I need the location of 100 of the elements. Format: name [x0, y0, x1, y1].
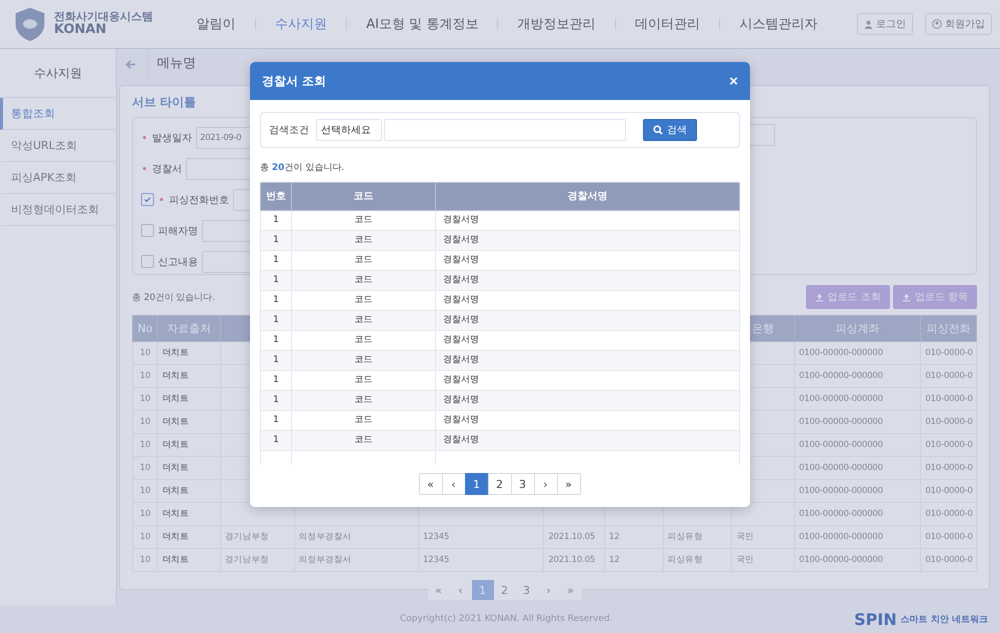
table-cell: 의정부경찰서 — [298, 532, 352, 542]
table-cell: 010-0000-0 — [925, 555, 973, 565]
nav-tab[interactable]: 알림이 — [196, 15, 236, 33]
table-cell: 코드 — [354, 395, 372, 405]
page-button[interactable]: › — [534, 473, 558, 495]
table-cell: 코드 — [354, 315, 372, 325]
table-cell: 1 — [273, 275, 279, 285]
sidebar-item[interactable]: 악성URL조회 — [0, 130, 116, 162]
logo-title: 전화사기대응시스템 — [54, 10, 153, 23]
user-circle-icon — [932, 19, 942, 29]
nav-tab[interactable]: 개방정보관리 — [518, 15, 596, 33]
field-label: 신고내용 — [158, 256, 198, 268]
condition-select[interactable]: 선택하세요 — [316, 119, 382, 141]
page-button[interactable]: 1 — [472, 580, 494, 600]
table-cell: 10 — [140, 486, 150, 496]
brand-tagline: 스마트 치안 네트워크 — [900, 614, 988, 626]
table-cell: 0100-00000-000000 — [798, 417, 883, 427]
result-count: 총 20건이 있습니다. — [132, 292, 216, 304]
table-cell: 코드 — [354, 215, 372, 225]
table-cell: 12 — [608, 555, 620, 565]
page-button[interactable]: 2 — [494, 580, 516, 600]
column-header: No — [138, 322, 153, 335]
search-label: 검색조건 — [269, 124, 309, 137]
table-cell: 피싱유형 — [668, 532, 703, 542]
upload-button[interactable]: 업로드 항목 — [892, 285, 977, 309]
table-cell: 국민 — [736, 532, 754, 542]
table-cell: 경찰서명 — [443, 275, 479, 285]
column-header: 피싱계좌 — [836, 322, 880, 335]
table-cell: 10 — [140, 371, 150, 381]
sidebar-item[interactable]: 비정형데이터조회 — [0, 194, 116, 226]
nav-tab[interactable]: 시스템관리자 — [739, 15, 818, 33]
back-arrow-icon[interactable] — [125, 58, 136, 70]
table-cell: 경찰서명 — [443, 355, 479, 365]
table-cell: 코드 — [354, 415, 372, 425]
table-cell: 경찰서명 — [443, 235, 479, 245]
table-cell: 10 — [140, 463, 150, 473]
page-button[interactable]: 2 — [488, 473, 512, 495]
column-header: 코드 — [354, 190, 374, 202]
page-button[interactable]: « — [418, 473, 442, 495]
table-cell: 경찰서명 — [443, 335, 479, 345]
table-cell: 010-0000-0 — [925, 417, 973, 427]
search-icon — [653, 125, 663, 135]
user-icon — [864, 20, 873, 28]
nav-tab[interactable]: 데이터관리 — [634, 15, 700, 33]
column-header: 번호 — [266, 190, 286, 202]
upload-button[interactable]: 업로드 조회 — [806, 285, 890, 309]
page-button[interactable]: » — [556, 473, 580, 495]
login-button[interactable]: 로그인 — [857, 13, 913, 35]
sidebar-title: 수사지원 — [0, 49, 116, 98]
nav-tab[interactable]: AI모형 및 통계정보 — [366, 15, 478, 33]
table-cell: 코드 — [354, 235, 372, 245]
table-cell: 12345 — [423, 532, 450, 542]
sub-title: 서브 타이틀 — [132, 94, 198, 111]
table-cell: 경찰서명 — [443, 435, 479, 445]
page-button[interactable]: 1 — [464, 473, 488, 495]
logo-name: KONAN — [54, 22, 106, 38]
table-cell: 코드 — [354, 375, 372, 385]
table-cell: 0100-00000-000000 — [798, 509, 883, 519]
field-label: 피싱전화번호 — [169, 194, 229, 206]
checkbox[interactable] — [141, 193, 154, 206]
table-cell: 경찰서명 — [443, 255, 479, 265]
table-cell: 0100-00000-000000 — [798, 394, 883, 404]
table-cell: 0100-00000-000000 — [798, 440, 883, 450]
table-cell: 코드 — [354, 295, 372, 305]
table-cell: 10 — [140, 348, 150, 358]
field-label: 발생일자 — [152, 132, 192, 144]
table-cell: 1 — [273, 255, 279, 265]
checkbox[interactable] — [141, 224, 154, 237]
table-cell: 피싱유형 — [668, 555, 703, 565]
checkbox[interactable] — [141, 255, 154, 268]
result-count: 총 20건이 있습니다. — [260, 162, 346, 174]
close-button[interactable]: × — [729, 74, 738, 88]
table-cell: 1 — [273, 295, 279, 305]
table-cell: 10 — [140, 509, 150, 519]
sidebar-item[interactable]: 통합조회 — [0, 98, 116, 130]
nav-tab[interactable]: 수사지원 — [274, 15, 327, 33]
table-cell: 경찰서명 — [443, 375, 479, 385]
table-cell: 더치트 — [162, 394, 189, 404]
search-button[interactable]: 검색 — [643, 119, 697, 141]
table-cell: 경찰서명 — [443, 295, 479, 305]
table-cell: 0100-00000-000000 — [798, 371, 883, 381]
column-header: 자료출처 — [167, 322, 212, 335]
table-cell: 더치트 — [162, 371, 189, 381]
table-cell: 10 — [140, 532, 150, 542]
table-cell: 010-0000-0 — [925, 486, 973, 496]
column-header: 은행 — [752, 322, 774, 335]
signup-button[interactable]: 회원가입 — [925, 13, 992, 35]
table-cell: 10 — [140, 394, 150, 404]
search-field[interactable] — [384, 119, 626, 141]
table-cell: 0100-00000-000000 — [798, 555, 883, 565]
table-cell: 010-0000-0 — [925, 532, 973, 542]
table-cell: 코드 — [354, 255, 372, 265]
table-cell: 1 — [273, 215, 279, 225]
sidebar-item[interactable]: 피싱APK조회 — [0, 162, 116, 194]
table-cell: 010-0000-0 — [925, 509, 973, 519]
table-cell: 경기남부청 — [224, 555, 269, 565]
table-cell: 더치트 — [162, 417, 189, 427]
page-button[interactable]: 3 — [510, 473, 534, 495]
field-label: 피해자명 — [158, 224, 198, 238]
table-cell: 2021.10.05 — [548, 532, 596, 542]
